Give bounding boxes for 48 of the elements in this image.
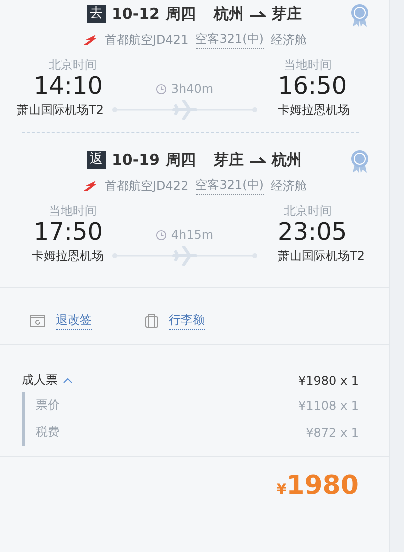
airline-flight: 首都航空JD422 xyxy=(105,178,189,194)
arrival-time: 23:05 xyxy=(278,218,348,246)
policy-link[interactable]: 退改签 xyxy=(56,312,92,330)
direction-tag: 去 xyxy=(87,5,106,23)
fee-amount: ¥872 x 1 xyxy=(306,426,359,440)
policy-link[interactable]: 行李额 xyxy=(169,312,205,330)
adult-ticket-toggle[interactable]: 成人票 xyxy=(22,372,73,389)
aircraft-type-link[interactable]: 空客321(中) xyxy=(196,177,264,195)
arrival-time: 16:50 xyxy=(278,72,348,100)
airline-logo-icon xyxy=(82,34,98,46)
time-zone-label: 北京时间 xyxy=(48,58,98,72)
flight-duration: 3h40m xyxy=(171,82,214,96)
fee-amount: ¥1108 x 1 xyxy=(298,398,359,412)
total-price: ¥1980 xyxy=(276,471,359,501)
destination-city: 芽庄 xyxy=(272,4,302,24)
flight-weekday: 周四 xyxy=(166,4,196,24)
departure-airport: 卡姆拉恩机场 xyxy=(32,248,104,265)
origin-city: 芽庄 xyxy=(214,150,244,170)
direction-tag: 返 xyxy=(87,151,106,169)
departure-time: 14:10 xyxy=(34,72,103,100)
price-amount: ¥1980 x 1 xyxy=(298,374,359,388)
calendar-icon xyxy=(30,314,46,328)
clock-icon xyxy=(156,84,168,94)
destination-city: 杭州 xyxy=(272,150,302,170)
flight-weekday: 周四 xyxy=(166,150,196,170)
cabin-class: 经济舱 xyxy=(270,32,307,48)
time-zone-label: 当地时间 xyxy=(283,58,333,72)
fee-label: 税费 xyxy=(36,424,60,441)
arrival-airport: 卡姆拉恩机场 xyxy=(278,102,350,119)
caret-icon xyxy=(63,377,73,384)
time-zone-label: 当地时间 xyxy=(48,204,98,218)
departure-airport: 萧山国际机场T2 xyxy=(17,102,104,119)
airline-logo-icon xyxy=(82,180,98,192)
clock-icon xyxy=(156,230,168,240)
arrival-airport: 萧山国际机场T2 xyxy=(278,248,365,265)
fee-label: 票价 xyxy=(36,397,60,414)
aircraft-type-link[interactable]: 空客321(中) xyxy=(196,31,264,49)
flight-date: 10-19 xyxy=(112,151,160,169)
flight-date: 10-12 xyxy=(112,5,160,23)
origin-city: 杭州 xyxy=(214,4,244,24)
airline-flight: 首都航空JD421 xyxy=(105,32,189,48)
luggage-icon xyxy=(145,314,159,328)
ribbon-badge-icon xyxy=(350,150,370,174)
time-zone-label: 北京时间 xyxy=(283,204,333,218)
cabin-class: 经济舱 xyxy=(270,178,307,194)
departure-time: 17:50 xyxy=(34,218,103,246)
flight-duration: 4h15m xyxy=(171,228,214,242)
ribbon-badge-icon xyxy=(350,4,370,28)
